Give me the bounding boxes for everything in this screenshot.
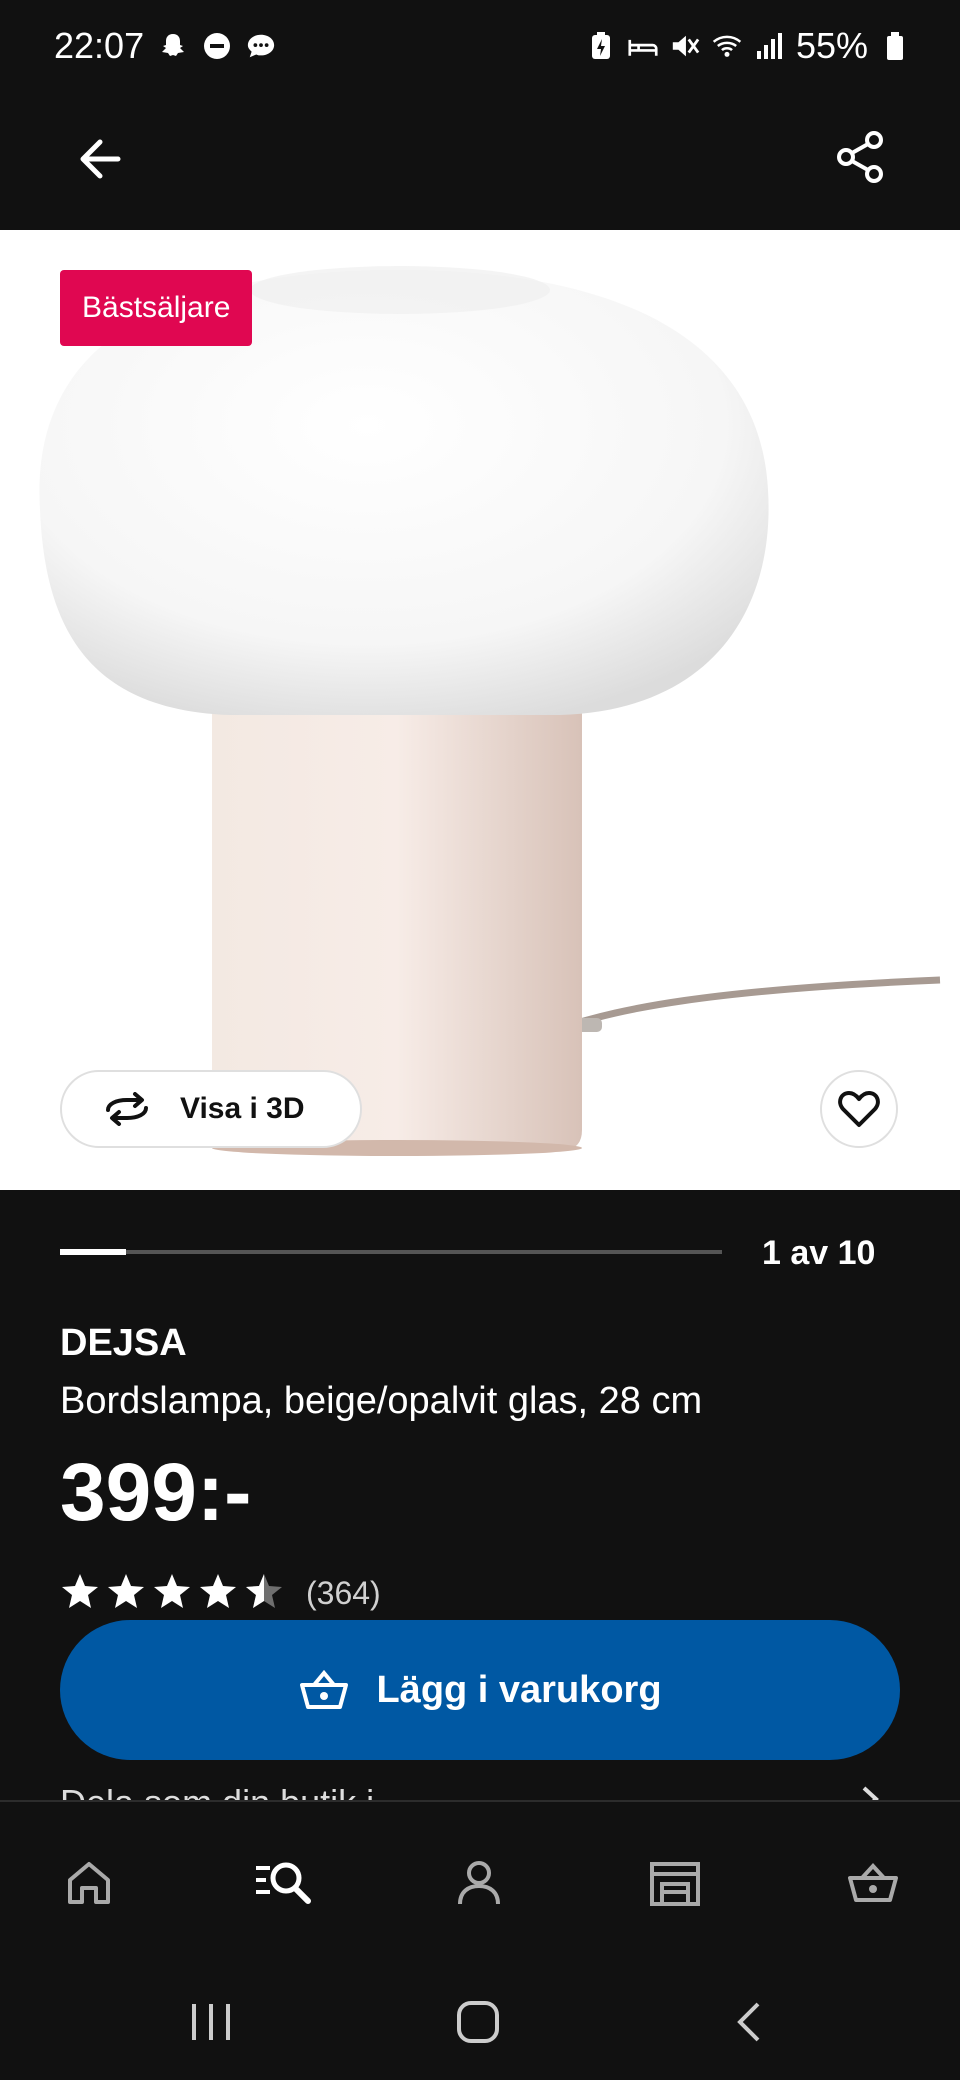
add-to-cart-button[interactable]: Lägg i varukorg <box>60 1620 900 1760</box>
product-image-carousel[interactable]: Bästsäljare Visa i 3D <box>0 230 960 1190</box>
store-availability-link[interactable]: Dela som din butik i <box>60 1782 374 1800</box>
product-price: 399:- <box>60 1447 252 1538</box>
cart-icon[interactable] <box>846 1856 900 1910</box>
image-counter: 1 av 10 <box>762 1234 876 1272</box>
star-icon <box>198 1572 238 1615</box>
heart-icon[interactable] <box>820 1070 898 1148</box>
mute-icon <box>670 31 700 61</box>
cart-icon <box>298 1669 350 1711</box>
system-navigation-bar <box>0 1960 960 2080</box>
status-time: 22:07 <box>54 25 145 66</box>
bestseller-badge: Bästsäljare <box>60 270 253 346</box>
image-progress-bar <box>60 1249 722 1255</box>
home-icon[interactable] <box>62 1856 116 1910</box>
chevron-right-icon <box>858 1784 882 1800</box>
do-not-disturb-icon <box>202 31 232 61</box>
status-bar: 22:07 55% <box>0 0 960 92</box>
search-icon[interactable] <box>254 1856 311 1910</box>
product-rating[interactable]: (364) <box>60 1572 381 1615</box>
signal-icon <box>754 31 784 61</box>
add-to-cart-label: Lägg i varukorg <box>376 1668 662 1711</box>
star-icon <box>106 1572 146 1615</box>
app-header <box>0 92 960 230</box>
view-3d-label: Visa i 3D <box>180 1092 305 1125</box>
image-progress-fill <box>60 1249 127 1255</box>
battery-percent: 55% <box>795 25 868 66</box>
system-back-icon[interactable] <box>734 2000 764 2049</box>
snapchat-icon <box>158 31 188 61</box>
battery-saver-icon <box>586 31 616 61</box>
product-image <box>39 266 941 1156</box>
battery-icon <box>880 31 910 61</box>
recent-apps-icon[interactable] <box>188 2002 234 2047</box>
view-3d-button[interactable]: Visa i 3D <box>60 1070 362 1148</box>
wifi-icon <box>712 31 742 61</box>
message-icon <box>246 31 276 61</box>
rating-count: (364) <box>306 1575 381 1611</box>
star-half-icon <box>244 1572 284 1615</box>
home-button-icon[interactable] <box>456 2000 500 2049</box>
product-description: Bordslampa, beige/opalvit glas, 28 cm <box>60 1380 703 1422</box>
share-icon[interactable] <box>830 126 892 188</box>
bottom-navigation <box>0 1800 960 1962</box>
star-icon <box>152 1572 192 1615</box>
product-name: DEJSA <box>60 1322 187 1364</box>
arrow-left-icon[interactable] <box>70 128 132 190</box>
rotate-3d-icon <box>102 1092 152 1126</box>
bed-icon <box>628 31 658 61</box>
star-icon <box>60 1572 100 1615</box>
profile-icon[interactable] <box>452 1856 506 1910</box>
store-icon[interactable] <box>648 1856 702 1910</box>
